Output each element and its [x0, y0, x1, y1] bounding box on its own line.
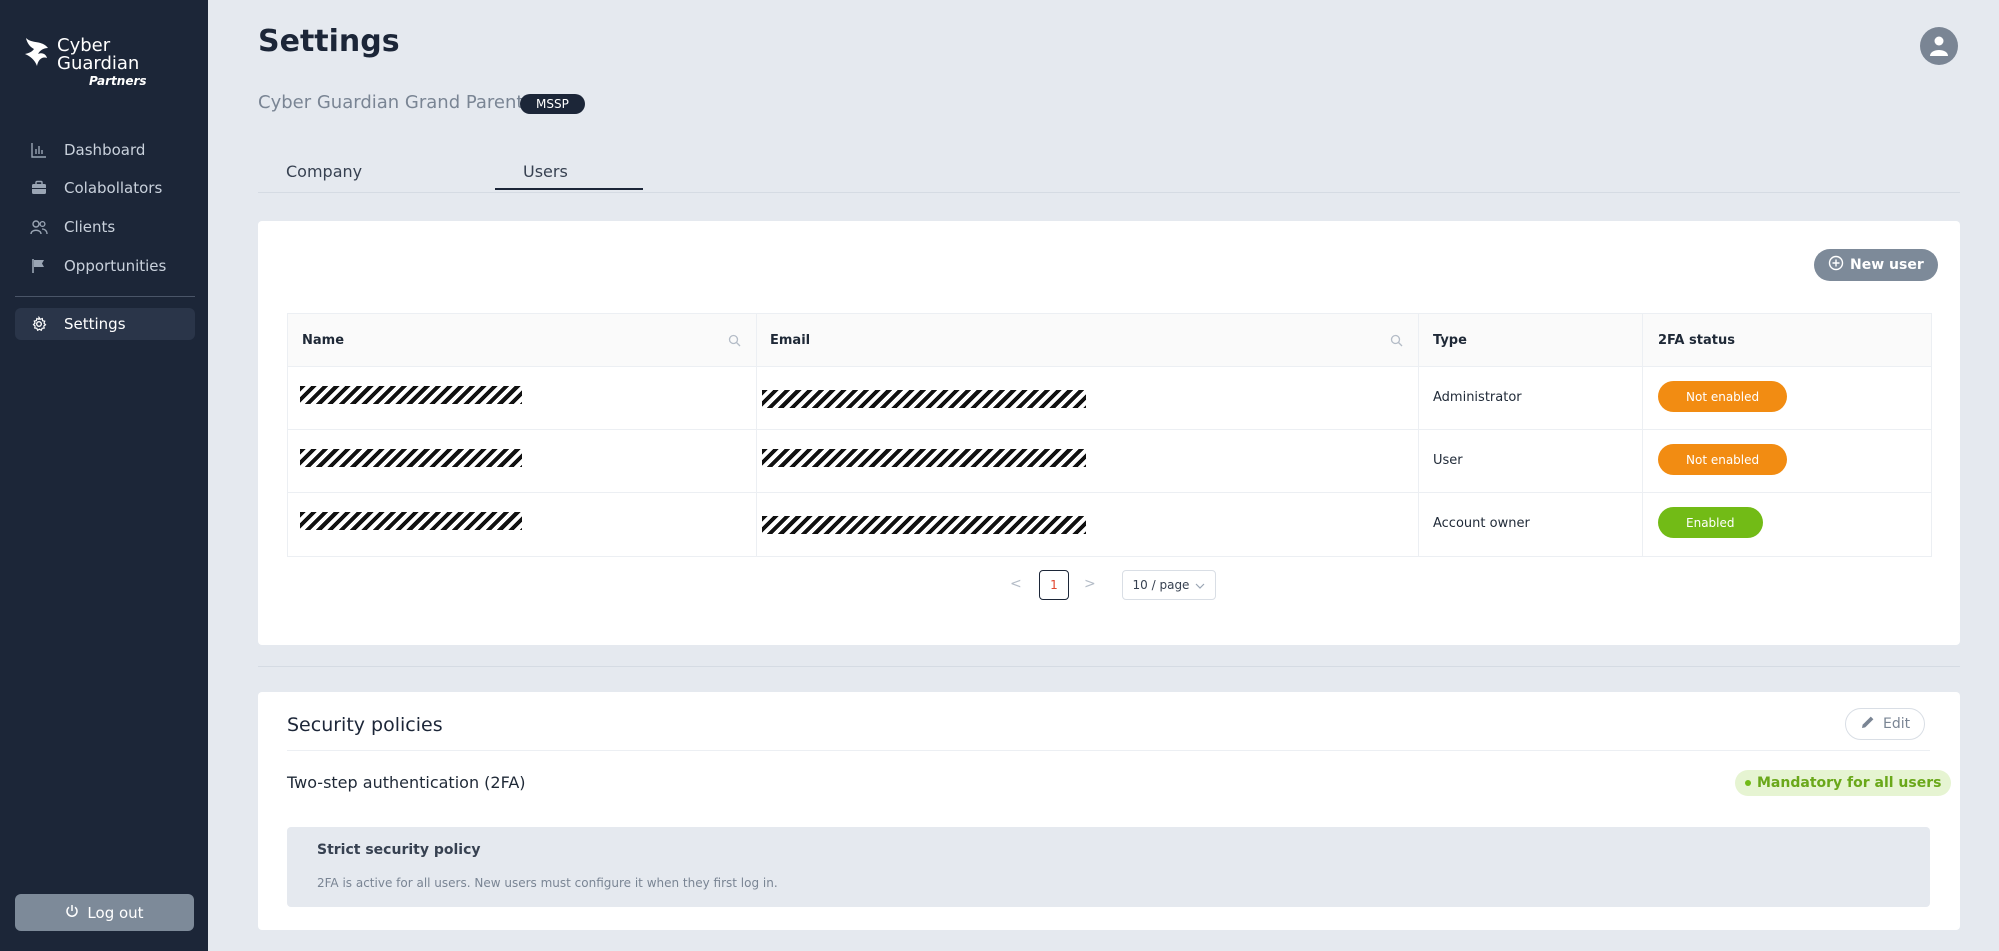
user-icon [1930, 36, 1948, 56]
redacted-email [762, 516, 1086, 534]
sidebar-item-label: Settings [64, 315, 126, 333]
sidebar-item-label: Clients [64, 218, 116, 236]
column-header-email: Email [770, 314, 1370, 366]
search-icon[interactable] [1390, 332, 1403, 351]
section-divider [258, 666, 1960, 667]
column-label: Type [1433, 332, 1467, 348]
users-icon [30, 218, 48, 236]
previous-page-button[interactable]: < [1010, 576, 1022, 592]
twofa-mandatory-badge: Mandatory for all users [1735, 770, 1952, 796]
settings-tabs: Company Users [258, 150, 1960, 193]
sidebar-item-clients[interactable]: Clients [15, 211, 195, 243]
divider [287, 750, 1930, 751]
tab-users[interactable]: Users [523, 162, 568, 181]
new-user-label: New user [1850, 257, 1924, 273]
redacted-email [762, 449, 1086, 467]
user-type: Account owner [1433, 516, 1530, 531]
sidebar-item-opportunities[interactable]: Opportunities [15, 250, 195, 282]
user-type: Administrator [1433, 390, 1522, 405]
sidebar-item-dashboard[interactable]: Dashboard [15, 134, 195, 166]
power-icon [65, 904, 79, 922]
status-badge: Not enabled [1658, 444, 1788, 475]
table-row[interactable]: Administrator Not enabled [288, 366, 1931, 430]
bar-chart-icon [30, 141, 48, 159]
status-badge: Not enabled [1658, 381, 1788, 412]
sidebar-item-colabollators[interactable]: Colabollators [15, 172, 195, 204]
security-policies-card: Security policies Edit Two-step authenti… [258, 692, 1960, 930]
table-header: Name Email Type 2FA status [288, 314, 1931, 367]
sidebar-item-label: Dashboard [64, 141, 146, 159]
redacted-email [762, 390, 1086, 408]
new-user-button[interactable]: New user [1814, 249, 1938, 281]
flag-icon [30, 257, 48, 275]
sidebar-item-label: Colabollators [64, 179, 163, 197]
redacted-name [300, 386, 522, 404]
chevron-down-icon [1195, 578, 1205, 592]
tab-company[interactable]: Company [286, 162, 362, 181]
sidebar-divider [15, 296, 195, 297]
policy-title: Strict security policy [317, 842, 481, 858]
column-label: Email [770, 332, 811, 348]
logout-label: Log out [87, 903, 144, 922]
organization-type-badge: MSSP [520, 94, 585, 114]
twofa-setting-label: Two-step authentication (2FA) [287, 773, 526, 792]
avatar[interactable] [1920, 27, 1958, 65]
users-table: Name Email Type 2FA status Administrator… [287, 313, 1932, 557]
plus-circle-icon [1828, 255, 1844, 275]
edit-button[interactable]: Edit [1845, 708, 1926, 740]
edit-label: Edit [1883, 716, 1911, 732]
gear-icon [30, 315, 48, 333]
policy-info-box: Strict security policy 2FA is active for… [287, 827, 1930, 907]
column-header-2fa-status: 2FA status [1658, 314, 1735, 366]
users-card: New user Name Email Type 2FA status Admi… [258, 221, 1960, 645]
redacted-name [300, 449, 522, 467]
status-dot-icon [1745, 780, 1751, 786]
sidebar: Cyber Guardian Partners Dashboard Colabo… [0, 0, 208, 951]
page-size-value: 10 / page [1132, 578, 1190, 592]
active-tab-indicator [495, 188, 643, 190]
table-row[interactable]: User Not enabled [288, 429, 1931, 493]
brand-logo[interactable]: Cyber Guardian Partners [22, 32, 182, 92]
page-number-current[interactable]: 1 [1039, 570, 1069, 600]
brand-line-2: Guardian [57, 53, 140, 74]
section-title: Security policies [287, 714, 443, 736]
logout-button[interactable]: Log out [15, 894, 194, 931]
column-label: Name [302, 332, 345, 348]
column-header-name: Name [302, 314, 742, 366]
shield-bird-icon [25, 38, 48, 66]
sidebar-item-label: Opportunities [64, 257, 167, 275]
organization-name: Cyber Guardian Grand Parent [258, 92, 524, 113]
next-page-button[interactable]: > [1084, 576, 1096, 592]
page-size-select[interactable]: 10 / page [1122, 570, 1216, 600]
search-icon[interactable] [728, 332, 741, 351]
pagination: < 1 > 10 / page [258, 570, 1960, 600]
policy-description: 2FA is active for all users. New users m… [317, 876, 778, 890]
page-title: Settings [258, 24, 400, 59]
sidebar-item-settings[interactable]: Settings [15, 308, 195, 340]
table-row[interactable]: Account owner Enabled [288, 492, 1931, 555]
status-badge: Enabled [1658, 507, 1763, 538]
brand-line-3: Partners [89, 74, 147, 88]
badge-label: Mandatory for all users [1757, 775, 1942, 791]
briefcase-icon [30, 179, 48, 197]
redacted-name [300, 512, 522, 530]
user-type: User [1433, 453, 1463, 468]
pencil-icon [1860, 714, 1876, 734]
column-header-type: Type [1433, 314, 1467, 366]
column-label: 2FA status [1658, 332, 1735, 348]
